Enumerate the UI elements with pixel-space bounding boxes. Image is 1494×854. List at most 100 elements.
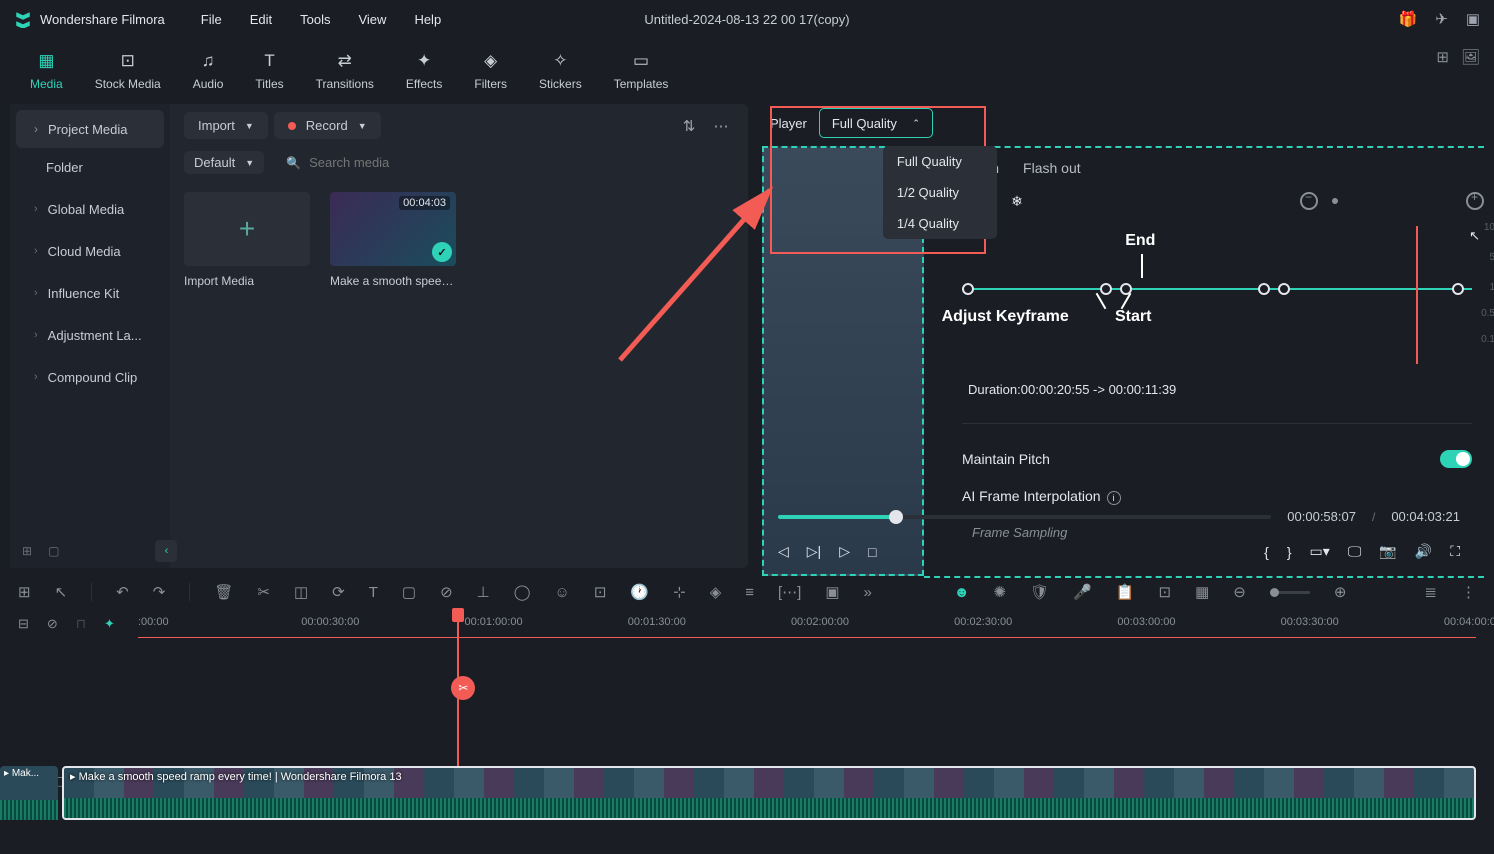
sidebar-global-media[interactable]: Global Media — [16, 190, 164, 228]
folder-add-icon[interactable]: ⊞ — [22, 544, 32, 558]
media-clip-card[interactable]: 00:04:03 ✓ Make a smooth speed... — [330, 192, 456, 288]
snap-icon[interactable]: ✦ — [104, 616, 115, 632]
scrub-track[interactable] — [778, 515, 1271, 519]
mask-icon[interactable]: ▢ — [402, 583, 416, 601]
filter-icon[interactable]: ⇅ — [676, 113, 702, 139]
sidebar-compound-clip[interactable]: Compound Clip — [16, 358, 164, 396]
mic-icon[interactable]: 🎤 — [1073, 583, 1092, 601]
info-icon[interactable]: i — [1107, 491, 1121, 505]
sort-dropdown[interactable]: Default▼ — [184, 151, 264, 174]
sidebar-folder[interactable]: Folder — [10, 148, 170, 186]
bracket-icon[interactable]: [⋯] — [778, 583, 801, 601]
menu-view[interactable]: View — [358, 12, 386, 27]
expand-icon[interactable]: ⊹ — [673, 583, 686, 601]
quality-dropdown[interactable]: Full Quality ⌃ — [819, 108, 933, 138]
snapshot-button[interactable]: 📷 — [1379, 543, 1396, 560]
tab-filters[interactable]: ◈Filters — [474, 51, 507, 91]
quality-option-quarter[interactable]: 1/4 Quality — [883, 208, 997, 239]
tab-audio[interactable]: ♫Audio — [193, 51, 224, 91]
gift-icon[interactable]: 🎁 — [1399, 10, 1418, 28]
cut-icon[interactable]: ✂ — [257, 583, 270, 601]
send-icon[interactable]: ✈ — [1435, 10, 1448, 28]
add-keyframe-button[interactable] — [1466, 192, 1484, 210]
circle-icon[interactable]: ◯ — [514, 583, 531, 601]
record-dropdown[interactable]: Record▼ — [274, 112, 381, 139]
import-dropdown[interactable]: Import▼ — [184, 112, 268, 139]
mark-out-button[interactable]: } — [1287, 544, 1292, 560]
list-view-icon[interactable]: ≣ — [1424, 583, 1437, 601]
zoom-slider[interactable] — [1270, 591, 1310, 594]
more-tools-icon[interactable]: » — [864, 584, 872, 601]
timeline-ruler[interactable]: :00:00 00:00:30:00 00:01:00:00 00:01:30:… — [138, 610, 1476, 638]
zoom-in-icon[interactable]: ⊕ — [1334, 583, 1347, 601]
clock-icon[interactable]: 🕐 — [630, 583, 649, 601]
link-tracks-icon[interactable]: ⊘ — [47, 616, 58, 632]
adjust-icon[interactable]: ≡ — [745, 584, 754, 601]
options-icon[interactable]: ⋮ — [1461, 583, 1476, 601]
select-icon[interactable]: ↖ — [55, 583, 68, 601]
folder-icon[interactable]: ▢ — [48, 544, 59, 558]
more-icon[interactable]: ⋯ — [708, 113, 734, 139]
tab-stickers[interactable]: ✧Stickers — [539, 51, 582, 91]
pin-icon[interactable]: ⊡ — [594, 583, 607, 601]
menu-help[interactable]: Help — [414, 12, 441, 27]
prev-frame-button[interactable]: ◁ — [778, 543, 789, 560]
undo-icon[interactable]: ↶ — [116, 583, 129, 601]
freeze-icon[interactable]: ❄ — [1006, 190, 1028, 212]
detach-icon[interactable]: ⊥ — [477, 583, 490, 601]
menu-file[interactable]: File — [201, 12, 222, 27]
link-icon[interactable]: ⊘ — [440, 583, 453, 601]
stop-button[interactable]: □ — [868, 544, 876, 560]
playhead[interactable]: ✂ — [452, 608, 464, 622]
timeline-clip-1[interactable]: ▸ Make a smooth speed ramp every time! |… — [62, 766, 1476, 820]
zoom-out-icon[interactable]: ⊖ — [1233, 583, 1246, 601]
tab-transitions[interactable]: ⇄Transitions — [316, 51, 374, 91]
delete-icon[interactable]: 🗑 — [214, 583, 233, 601]
cc-icon[interactable]: ▣ — [825, 583, 839, 601]
tag-icon[interactable]: ◈ — [710, 583, 722, 601]
speed-icon[interactable]: ⟳ — [332, 583, 345, 601]
display-button[interactable]: 🖵 — [1348, 543, 1362, 560]
collapse-tracks-icon[interactable]: ⊟ — [18, 616, 29, 632]
quality-option-full[interactable]: Full Quality — [883, 146, 997, 177]
sidebar-influence-kit[interactable]: Influence Kit — [16, 274, 164, 312]
ratio-button[interactable]: ▭▾ — [1310, 543, 1330, 560]
quality-option-half[interactable]: 1/2 Quality — [883, 177, 997, 208]
tab-media[interactable]: ▦Media — [30, 51, 63, 91]
play-pause-button[interactable]: ▷| — [807, 543, 821, 560]
ai-icon[interactable]: ☻ — [954, 584, 970, 601]
tab-effects[interactable]: ✦Effects — [406, 51, 442, 91]
layout-panels-icon[interactable]: ⊞ — [1436, 48, 1449, 66]
menu-edit[interactable]: Edit — [250, 12, 272, 27]
shield-icon[interactable]: 🛡 — [1030, 583, 1049, 601]
text-icon[interactable]: T — [369, 584, 378, 601]
import-media-card[interactable]: + Import Media — [184, 192, 310, 288]
search-media-input[interactable] — [309, 155, 726, 170]
notes-icon[interactable]: 📋 — [1116, 583, 1135, 601]
grid-icon[interactable]: ⊞ — [18, 583, 31, 601]
frame-icon[interactable]: ▦ — [1195, 583, 1209, 601]
volume-button[interactable]: 🔊 — [1415, 543, 1432, 560]
layout-image-icon[interactable]: 🖼 — [1461, 48, 1480, 66]
sidebar-cloud-media[interactable]: Cloud Media — [16, 232, 164, 270]
remove-keyframe-button[interactable] — [1300, 192, 1318, 210]
fullscreen-button[interactable]: ⛶ — [1450, 543, 1460, 560]
redo-icon[interactable]: ↷ — [153, 583, 166, 601]
play-button[interactable]: ▷ — [839, 543, 850, 560]
tab-stock-media[interactable]: ⊡Stock Media — [95, 51, 161, 91]
mark-in-button[interactable]: { — [1264, 544, 1269, 560]
sidebar-adjustment-layer[interactable]: Adjustment La... — [16, 316, 164, 354]
menu-tools[interactable]: Tools — [300, 12, 330, 27]
color-icon[interactable]: ✺ — [994, 583, 1007, 601]
tab-templates[interactable]: ▭Templates — [614, 51, 669, 91]
smile-icon[interactable]: ☺ — [555, 584, 570, 601]
pip-icon[interactable]: ⊡ — [1159, 583, 1172, 601]
tab-titles[interactable]: TTitles — [255, 51, 283, 91]
save-icon[interactable]: ▣ — [1466, 10, 1480, 28]
crop-icon[interactable]: ◫ — [294, 583, 308, 601]
sidebar-project-media[interactable]: Project Media — [16, 110, 164, 148]
speed-graph[interactable]: End Adjust Keyframe Start 10x 5x 1x 0.5x… — [962, 230, 1472, 360]
collapse-sidebar-button[interactable]: ‹ — [155, 540, 177, 562]
timeline-clip-0[interactable]: ▸ Mak... — [0, 766, 58, 820]
magnet-icon[interactable]: ⊓ — [76, 616, 86, 632]
